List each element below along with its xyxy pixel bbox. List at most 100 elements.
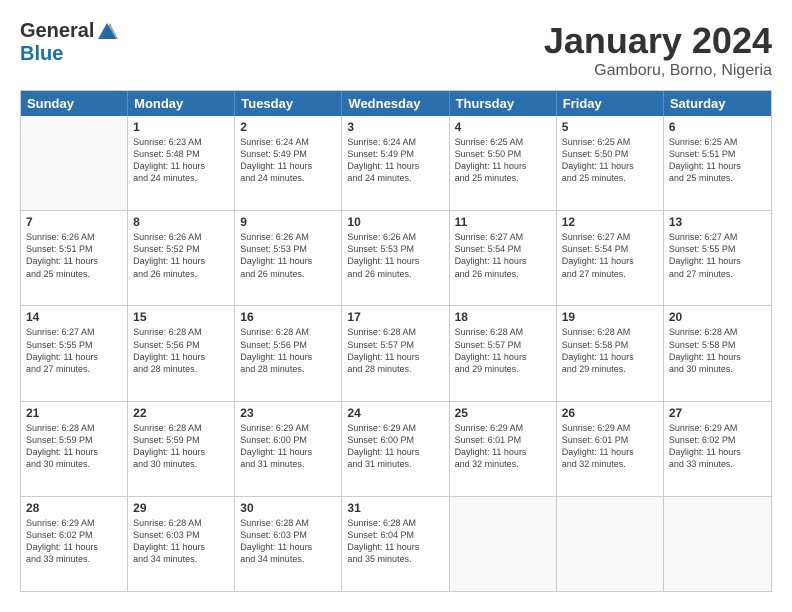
day-info: Sunrise: 6:28 AM Sunset: 5:59 PM Dayligh… <box>26 422 122 471</box>
cal-cell: 30Sunrise: 6:28 AM Sunset: 6:03 PM Dayli… <box>235 497 342 591</box>
day-info: Sunrise: 6:28 AM Sunset: 5:57 PM Dayligh… <box>347 326 443 375</box>
logo-blue-text: Blue <box>20 43 63 66</box>
cal-cell: 10 Sunrise: 6:26 AM Sunset: 5:53 PM Dayli… <box>342 211 449 305</box>
day-number: 13 <box>669 215 766 229</box>
cal-cell: 27 Sunrise: 6:29 AM Sunset: 6:02 PM Dayli… <box>664 402 771 496</box>
cal-cell: 25Sunrise: 6:29 AM Sunset: 6:01 PM Dayli… <box>450 402 557 496</box>
day-info: Sunrise: 6:27 AM Sunset: 5:55 PM Dayligh… <box>669 231 766 280</box>
cal-cell: 16 Sunrise: 6:28 AM Sunset: 5:56 PM Dayli… <box>235 306 342 400</box>
day-number: 20 <box>669 310 766 324</box>
day-number: 31 <box>347 501 443 515</box>
header-day-wednesday: Wednesday <box>342 91 449 116</box>
day-number: 2 <box>240 120 336 134</box>
day-number: 3 <box>347 120 443 134</box>
cal-cell: 19Sunrise: 6:28 AM Sunset: 5:58 PM Dayli… <box>557 306 664 400</box>
cal-cell: 26 Sunrise: 6:29 AM Sunset: 6:01 PM Dayli… <box>557 402 664 496</box>
cal-cell <box>557 497 664 591</box>
calendar-body: 1 Sunrise: 6:23 AM Sunset: 5:48 PM Daylig… <box>21 116 771 591</box>
page: General Blue January 2024 Gamboru, Borno… <box>0 0 792 612</box>
cal-cell: 2 Sunrise: 6:24 AM Sunset: 5:49 PM Daylig… <box>235 116 342 210</box>
day-number: 17 <box>347 310 443 324</box>
cal-cell: 23 Sunrise: 6:29 AM Sunset: 6:00 PM Dayli… <box>235 402 342 496</box>
day-info: Sunrise: 6:28 AM Sunset: 5:57 PM Dayligh… <box>455 326 551 375</box>
header-day-tuesday: Tuesday <box>235 91 342 116</box>
day-info: Sunrise: 6:25 AM Sunset: 5:50 PM Dayligh… <box>455 136 551 185</box>
day-info: Sunrise: 6:29 AM Sunset: 6:02 PM Dayligh… <box>669 422 766 471</box>
cal-cell: 13 Sunrise: 6:27 AM Sunset: 5:55 PM Dayli… <box>664 211 771 305</box>
logo: General Blue <box>20 20 118 66</box>
day-info: Sunrise: 6:26 AM Sunset: 5:52 PM Dayligh… <box>133 231 229 280</box>
week-row-3: 14 Sunrise: 6:27 AM Sunset: 5:55 PM Dayli… <box>21 306 771 401</box>
calendar-header: SundayMondayTuesdayWednesdayThursdayFrid… <box>21 91 771 116</box>
day-info: Sunrise: 6:26 AM Sunset: 5:53 PM Dayligh… <box>347 231 443 280</box>
logo-general-text: General <box>20 20 94 43</box>
day-info: Sunrise: 6:28 AM Sunset: 5:58 PM Dayligh… <box>669 326 766 375</box>
header-day-friday: Friday <box>557 91 664 116</box>
cal-cell: 29Sunrise: 6:28 AM Sunset: 6:03 PM Dayli… <box>128 497 235 591</box>
day-number: 4 <box>455 120 551 134</box>
day-info: Sunrise: 6:27 AM Sunset: 5:55 PM Dayligh… <box>26 326 122 375</box>
cal-cell: 8Sunrise: 6:26 AM Sunset: 5:52 PM Daylig… <box>128 211 235 305</box>
day-info: Sunrise: 6:28 AM Sunset: 5:59 PM Dayligh… <box>133 422 229 471</box>
day-info: Sunrise: 6:27 AM Sunset: 5:54 PM Dayligh… <box>455 231 551 280</box>
day-info: Sunrise: 6:28 AM Sunset: 6:03 PM Dayligh… <box>240 517 336 566</box>
cal-cell: 6 Sunrise: 6:25 AM Sunset: 5:51 PM Daylig… <box>664 116 771 210</box>
cal-cell <box>450 497 557 591</box>
week-row-5: 28Sunrise: 6:29 AM Sunset: 6:02 PM Dayli… <box>21 497 771 591</box>
day-info: Sunrise: 6:29 AM Sunset: 6:00 PM Dayligh… <box>347 422 443 471</box>
cal-cell: 18Sunrise: 6:28 AM Sunset: 5:57 PM Dayli… <box>450 306 557 400</box>
cal-cell: 15Sunrise: 6:28 AM Sunset: 5:56 PM Dayli… <box>128 306 235 400</box>
day-number: 5 <box>562 120 658 134</box>
day-info: Sunrise: 6:25 AM Sunset: 5:50 PM Dayligh… <box>562 136 658 185</box>
header: General Blue January 2024 Gamboru, Borno… <box>20 20 772 80</box>
day-number: 26 <box>562 406 658 420</box>
day-number: 28 <box>26 501 122 515</box>
day-info: Sunrise: 6:29 AM Sunset: 6:00 PM Dayligh… <box>240 422 336 471</box>
cal-cell: 12Sunrise: 6:27 AM Sunset: 5:54 PM Dayli… <box>557 211 664 305</box>
day-number: 27 <box>669 406 766 420</box>
cal-cell: 20 Sunrise: 6:28 AM Sunset: 5:58 PM Dayli… <box>664 306 771 400</box>
cal-cell: 5 Sunrise: 6:25 AM Sunset: 5:50 PM Daylig… <box>557 116 664 210</box>
cal-cell: 14 Sunrise: 6:27 AM Sunset: 5:55 PM Dayli… <box>21 306 128 400</box>
cal-cell: 17 Sunrise: 6:28 AM Sunset: 5:57 PM Dayli… <box>342 306 449 400</box>
cal-cell: 7 Sunrise: 6:26 AM Sunset: 5:51 PM Daylig… <box>21 211 128 305</box>
week-row-1: 1 Sunrise: 6:23 AM Sunset: 5:48 PM Daylig… <box>21 116 771 211</box>
day-number: 7 <box>26 215 122 229</box>
day-info: Sunrise: 6:26 AM Sunset: 5:51 PM Dayligh… <box>26 231 122 280</box>
day-info: Sunrise: 6:24 AM Sunset: 5:49 PM Dayligh… <box>240 136 336 185</box>
day-number: 16 <box>240 310 336 324</box>
day-number: 6 <box>669 120 766 134</box>
day-number: 23 <box>240 406 336 420</box>
day-info: Sunrise: 6:25 AM Sunset: 5:51 PM Dayligh… <box>669 136 766 185</box>
day-number: 11 <box>455 215 551 229</box>
header-day-saturday: Saturday <box>664 91 771 116</box>
day-info: Sunrise: 6:27 AM Sunset: 5:54 PM Dayligh… <box>562 231 658 280</box>
cal-cell: 9 Sunrise: 6:26 AM Sunset: 5:53 PM Daylig… <box>235 211 342 305</box>
cal-cell: 24 Sunrise: 6:29 AM Sunset: 6:00 PM Dayli… <box>342 402 449 496</box>
cal-cell <box>664 497 771 591</box>
week-row-4: 21Sunrise: 6:28 AM Sunset: 5:59 PM Dayli… <box>21 402 771 497</box>
day-info: Sunrise: 6:26 AM Sunset: 5:53 PM Dayligh… <box>240 231 336 280</box>
day-info: Sunrise: 6:28 AM Sunset: 5:58 PM Dayligh… <box>562 326 658 375</box>
day-number: 14 <box>26 310 122 324</box>
day-info: Sunrise: 6:29 AM Sunset: 6:01 PM Dayligh… <box>562 422 658 471</box>
calendar: SundayMondayTuesdayWednesdayThursdayFrid… <box>20 90 772 592</box>
cal-cell: 21Sunrise: 6:28 AM Sunset: 5:59 PM Dayli… <box>21 402 128 496</box>
cal-cell <box>21 116 128 210</box>
day-number: 9 <box>240 215 336 229</box>
day-number: 1 <box>133 120 229 134</box>
cal-cell: 3 Sunrise: 6:24 AM Sunset: 5:49 PM Daylig… <box>342 116 449 210</box>
title-area: January 2024 Gamboru, Borno, Nigeria <box>544 20 772 80</box>
day-info: Sunrise: 6:23 AM Sunset: 5:48 PM Dayligh… <box>133 136 229 185</box>
day-info: Sunrise: 6:28 AM Sunset: 6:04 PM Dayligh… <box>347 517 443 566</box>
day-info: Sunrise: 6:28 AM Sunset: 5:56 PM Dayligh… <box>240 326 336 375</box>
cal-cell: 4 Sunrise: 6:25 AM Sunset: 5:50 PM Daylig… <box>450 116 557 210</box>
day-number: 29 <box>133 501 229 515</box>
main-title: January 2024 <box>544 20 772 62</box>
day-number: 24 <box>347 406 443 420</box>
day-info: Sunrise: 6:24 AM Sunset: 5:49 PM Dayligh… <box>347 136 443 185</box>
cal-cell: 31 Sunrise: 6:28 AM Sunset: 6:04 PM Dayli… <box>342 497 449 591</box>
day-number: 10 <box>347 215 443 229</box>
header-day-monday: Monday <box>128 91 235 116</box>
day-info: Sunrise: 6:28 AM Sunset: 5:56 PM Dayligh… <box>133 326 229 375</box>
